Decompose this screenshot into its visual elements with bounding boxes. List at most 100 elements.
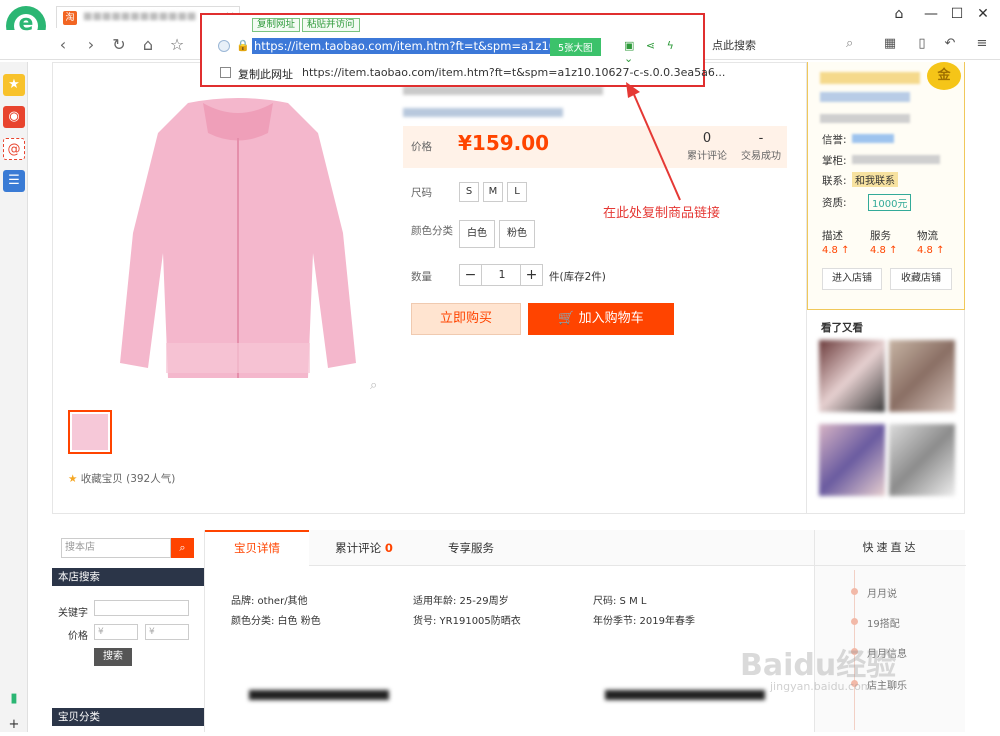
home-icon[interactable]: ⌂ — [137, 34, 159, 56]
shop-search-icon[interactable]: ⌕ — [171, 538, 194, 558]
suggested-url[interactable]: https://item.taobao.com/item.htm?ft=t&sp… — [302, 66, 725, 79]
attr-season: 年份季节: 2019年春季 — [593, 616, 695, 627]
product-thumbnail[interactable] — [68, 410, 112, 454]
deposit-badge[interactable]: 1000元 — [868, 194, 912, 211]
quantity-input[interactable]: 1 — [484, 268, 520, 281]
minimize-icon[interactable]: — — [920, 4, 942, 24]
color-option-pink[interactable]: 粉色 — [499, 220, 535, 248]
address-bar[interactable]: 🔒 https://item.taobao.com/item.htm?ft=t&… — [218, 37, 698, 65]
big-image-button[interactable]: 5张大图 — [550, 38, 601, 56]
undo-icon[interactable]: ↶ — [940, 36, 960, 54]
favorite-star-icon: ★ — [68, 473, 78, 485]
tablet-icon[interactable]: ▯ — [912, 36, 932, 54]
copy-url-suggestion[interactable]: 复制此网址 https://item.taobao.com/item.htm?f… — [218, 65, 725, 82]
forward-icon[interactable]: › — [80, 34, 102, 56]
rating-service: 服务 4.8 ↑ — [870, 228, 897, 256]
attr-sku: 货号: YR191005防晒衣 — [413, 616, 521, 627]
weibo-icon[interactable]: ◉ — [3, 106, 25, 128]
copy-checkbox-icon[interactable] — [220, 67, 231, 78]
refresh-icon[interactable]: ↻ — [108, 34, 130, 56]
quantity-plus-button[interactable]: + — [520, 265, 542, 285]
shop-subtitle-blurred — [820, 92, 910, 102]
price-range-label: 价格 — [68, 631, 88, 642]
color-option-white[interactable]: 白色 — [459, 220, 495, 248]
menu-icon[interactable]: ≡ — [972, 36, 992, 54]
add-to-cart-label: 加入购物车 — [578, 311, 644, 326]
gold-seller-badge: 金 — [927, 62, 961, 90]
keyword-input[interactable] — [94, 600, 189, 616]
price-min-input[interactable]: ¥ — [94, 624, 138, 640]
credit-value-blurred — [852, 134, 894, 143]
zoom-icon[interactable]: ⌕ — [370, 378, 377, 393]
copy-url-chip[interactable]: 复制网址 — [252, 18, 301, 32]
back-icon[interactable]: ‹ — [52, 34, 74, 56]
quantity-minus-button[interactable]: − — [460, 265, 482, 285]
detail-image-blurred — [249, 690, 389, 700]
quick-nav-panel: 快速直达 月月说 19搭配 月月信息 店主聊乐 — [814, 530, 966, 732]
favorite-item[interactable]: ★ 收藏宝贝 (392人气) — [68, 471, 175, 486]
search-icon[interactable]: ⌕ — [846, 36, 853, 51]
copy-this-url-label[interactable]: 复制此网址 — [238, 66, 293, 82]
shop-name-blurred — [820, 72, 920, 84]
seen-item-image[interactable] — [889, 424, 955, 496]
seen-item-image[interactable] — [819, 340, 885, 412]
list-icon[interactable]: ☰ — [3, 170, 25, 192]
annotation-arrow — [626, 82, 681, 201]
rating-logistics: 物流 4.8 ↑ — [917, 228, 944, 256]
attr-size: 尺码: S M L — [593, 596, 647, 607]
favorite-shop-button[interactable]: 收藏店铺 — [890, 268, 952, 290]
tab-item-details[interactable]: 宝贝详情 — [205, 530, 309, 566]
apps-grid-icon[interactable]: ▦ — [880, 36, 900, 54]
product-jacket-image[interactable] — [118, 93, 358, 383]
rating-describe: 描述 4.8 ↑ — [822, 228, 849, 256]
add-to-cart-button[interactable]: 🛒 加入购物车 — [528, 303, 674, 335]
size-option-m[interactable]: M — [483, 182, 503, 202]
shop-search-button[interactable]: 搜索 — [94, 648, 132, 666]
tab-reviews-count: 0 — [384, 541, 393, 555]
price-value: ¥159.00 — [458, 131, 550, 155]
battery-icon[interactable]: ▮ — [3, 688, 25, 710]
quick-nav-item[interactable]: 月月说 — [867, 585, 897, 600]
left-side-panel: ★ ◉ @ ☰ ▮ + — [0, 62, 28, 732]
seen-item-image[interactable] — [889, 340, 955, 412]
tab-services[interactable]: 专享服务 — [419, 530, 523, 566]
paste-visit-chip[interactable]: 粘贴并访问 — [302, 18, 360, 32]
tab-reviews[interactable]: 累计评论 0 — [309, 530, 419, 566]
url-chips: 复制网址 粘贴并访问 — [252, 17, 362, 32]
quick-nav-item[interactable]: 19搭配 — [867, 615, 900, 630]
owner-name-blurred — [852, 155, 940, 164]
size-option-l[interactable]: L — [507, 182, 527, 202]
address-bar-action-icons[interactable]: ▣ ⋖ ϟ ⌄ — [624, 39, 698, 65]
url-input[interactable]: https://item.taobao.com/item.htm?ft=t&sp… — [252, 38, 570, 54]
quick-nav-dot — [851, 588, 858, 595]
baidu-watermark-url: jingyan.baidu.com — [770, 680, 872, 693]
search-box-label[interactable]: 点此搜索 — [712, 37, 756, 53]
favorite-star-icon[interactable]: ☆ — [166, 34, 188, 56]
quantity-stepper[interactable]: − 1 + — [459, 264, 543, 286]
maximize-icon[interactable]: ☐ — [946, 4, 968, 24]
rating-label: 服务 — [870, 230, 891, 242]
favorite-label: 收藏宝贝 (392人气) — [80, 473, 176, 485]
attr-brand: 品牌: other/其他 — [231, 596, 308, 607]
seen-item-image[interactable] — [819, 424, 885, 496]
annotation-text: 在此处复制商品链接 — [603, 206, 721, 221]
detail-image-blurred — [605, 690, 765, 700]
shop-search-input[interactable]: 搜本店 — [61, 538, 171, 558]
favorites-icon[interactable]: ★ — [3, 74, 25, 96]
price-max-input[interactable]: ¥ — [145, 624, 189, 640]
seller-panel: 信誉: 掌柜: 联系: 和我联系 资质: 1000元 描述 4.8 ↑ 服务 4… — [806, 62, 965, 514]
skin-icon[interactable]: ⌂ — [888, 4, 910, 24]
rating-value: 4.8 ↑ — [870, 245, 898, 256]
quantity-label: 数量 — [411, 271, 432, 283]
add-icon[interactable]: + — [3, 714, 25, 736]
size-option-s[interactable]: S — [459, 182, 479, 202]
email-icon[interactable]: @ — [3, 138, 25, 160]
buy-now-button[interactable]: 立即购买 — [411, 303, 521, 335]
price-label: 价格 — [411, 141, 432, 153]
close-window-icon[interactable]: ✕ — [972, 4, 994, 24]
security-shield-icon — [218, 40, 230, 52]
enter-shop-button[interactable]: 进入店铺 — [822, 268, 882, 290]
cart-icon: 🛒 — [558, 311, 575, 326]
contact-badge[interactable]: 和我联系 — [852, 172, 898, 187]
url-popup-highlight: 复制网址 粘贴并访问 🔒 https://item.taobao.com/item… — [200, 13, 725, 87]
